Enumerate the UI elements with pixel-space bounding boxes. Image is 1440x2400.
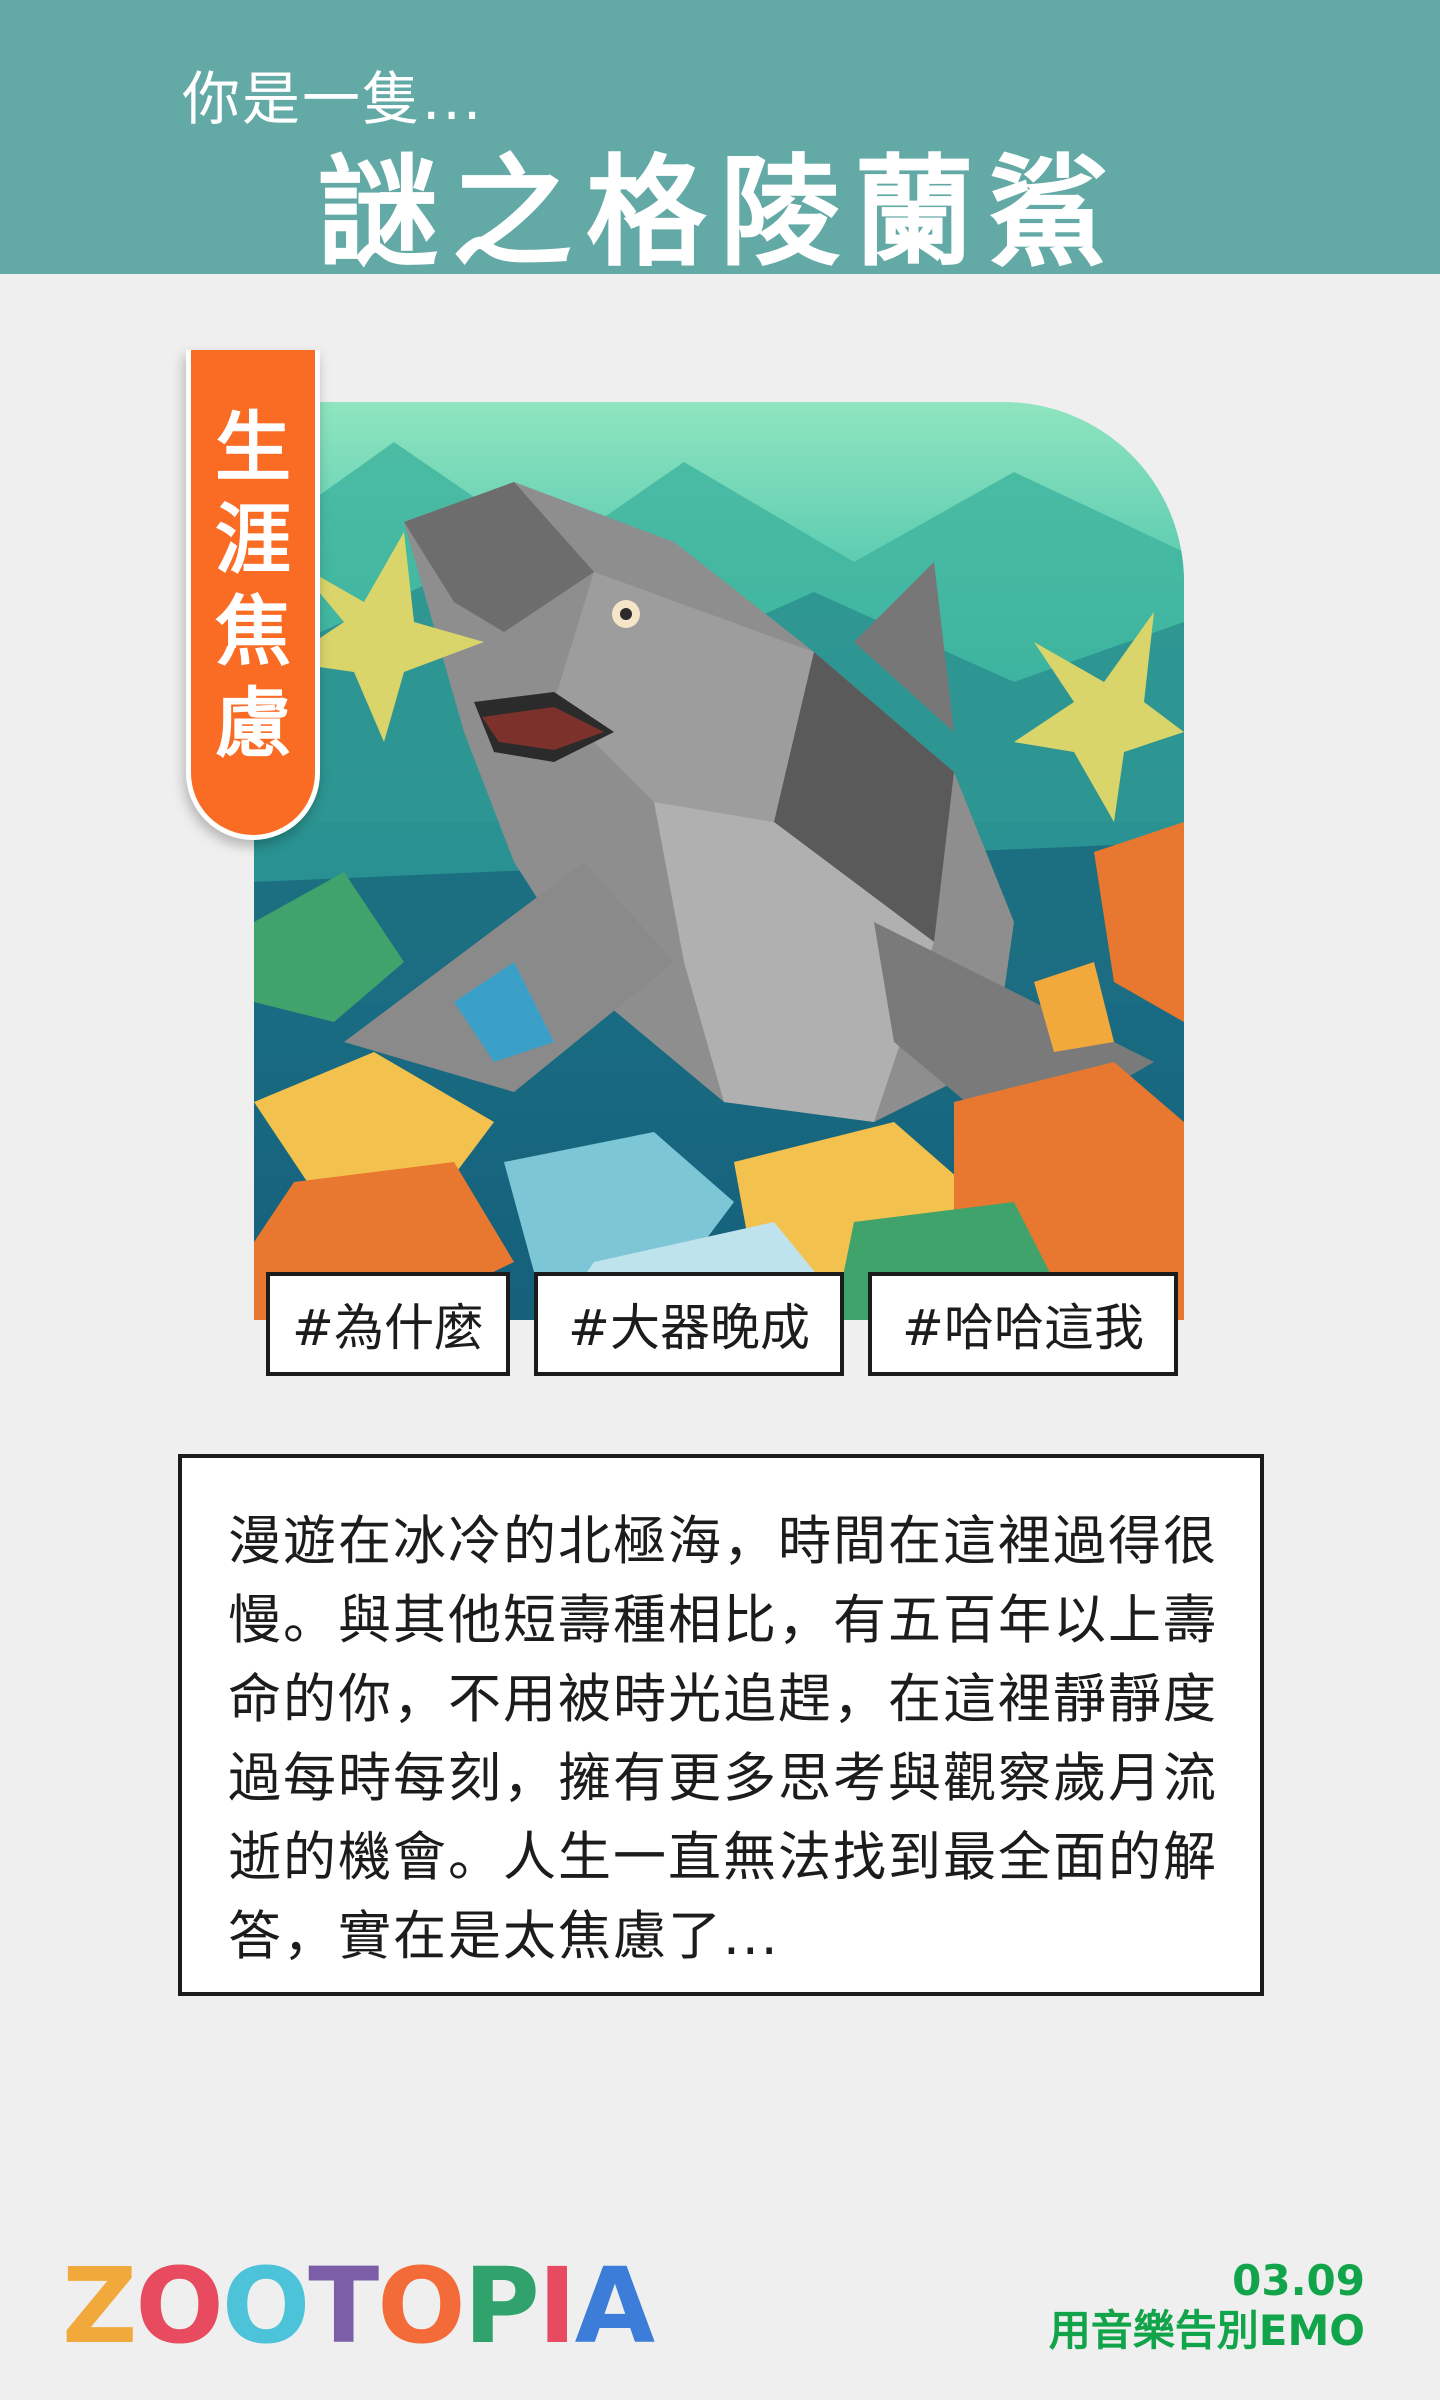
logo-letter: I: [537, 2245, 577, 2367]
hashtag-thats-me: #哈哈這我: [868, 1272, 1178, 1376]
ribbon-char: 焦: [215, 587, 291, 676]
shark-illustration: [254, 402, 1184, 1320]
event-name: 用音樂告別EMO: [1048, 2306, 1365, 2355]
ribbon-char: 慮: [215, 679, 291, 768]
logo-letter: O: [221, 2245, 310, 2367]
hashtag-why: #為什麼: [266, 1272, 510, 1376]
ribbon-char: 涯: [215, 495, 291, 584]
trait-ribbon: 生 涯 焦 慮: [186, 350, 320, 840]
logo-letter: A: [574, 2245, 655, 2367]
ribbon-char: 生: [215, 403, 291, 492]
description-text: 漫遊在冰冷的北極海，時間在這裡過得很慢。與其他短壽種相比，有五百年以上壽命的你，…: [228, 1511, 1218, 1967]
zootopia-logo: Z O O T O P I A: [62, 2245, 655, 2367]
logo-letter: O: [377, 2245, 465, 2367]
event-info: 03.09 用音樂告別EMO: [1049, 2256, 1365, 2356]
hashtag-late-bloomer: #大器晚成: [534, 1272, 844, 1376]
hashtag-row: #為什麼 #大器晚成 #哈哈這我: [0, 1272, 1440, 1376]
logo-letter: T: [308, 2245, 379, 2367]
result-subtitle: 你是一隻...: [182, 65, 484, 133]
logo-letter: O: [135, 2245, 223, 2367]
event-date: 03.09: [1232, 2256, 1365, 2305]
result-title: 謎之格陵蘭鯊: [318, 144, 1122, 274]
description-box: 漫遊在冰冷的北極海，時間在這裡過得很慢。與其他短壽種相比，有五百年以上壽命的你，…: [178, 1454, 1264, 1996]
logo-letter: P: [463, 2245, 540, 2367]
header-banner: 你是一隻... 謎之格陵蘭鯊: [0, 0, 1440, 274]
logo-letter: Z: [62, 2245, 137, 2367]
